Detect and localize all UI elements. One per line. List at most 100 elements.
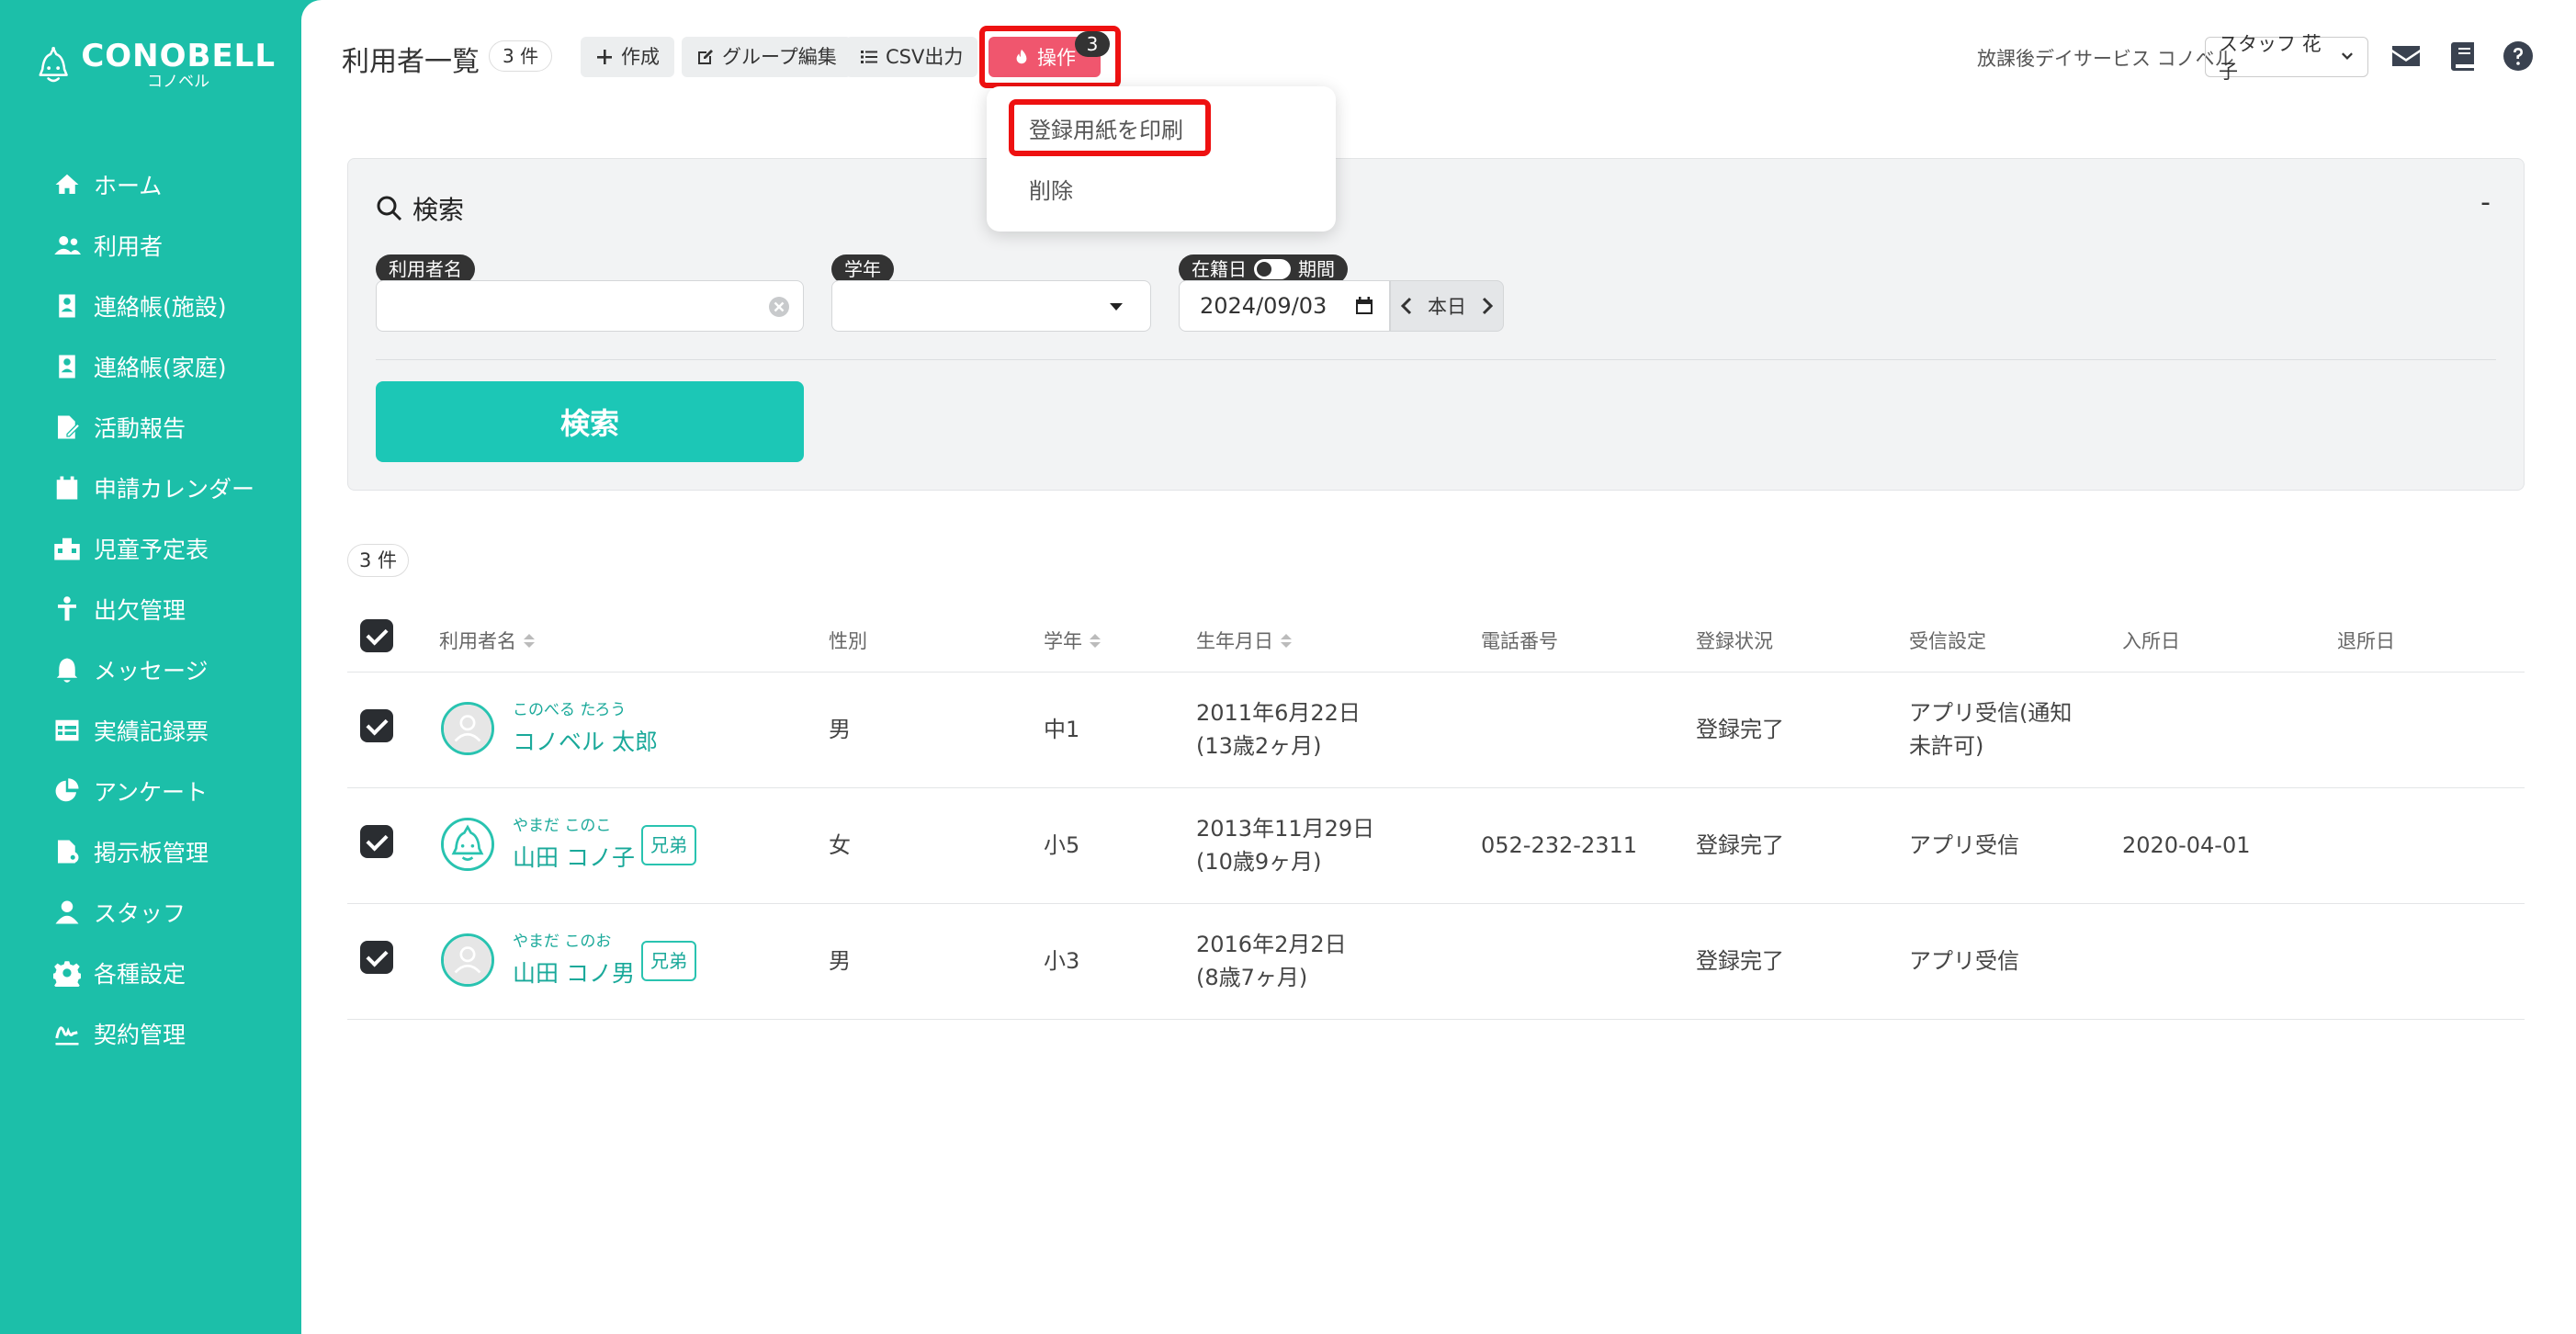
avatar [441, 702, 494, 755]
operation-button-label: 操作 [1037, 47, 1076, 69]
sidebar-item-activity-report[interactable]: 活動報告 [53, 397, 292, 458]
col-enter-header: 入所日 [2122, 630, 2180, 652]
period-toggle[interactable] [1254, 259, 1291, 279]
help-icon [2503, 41, 2533, 71]
birthday-age: (10歳9ヶ月) [1196, 849, 1322, 875]
sibling-badge: 兄弟 [641, 941, 696, 981]
search-heading-label: 検索 [412, 195, 465, 225]
report-icon [58, 415, 81, 439]
staff-icon [55, 900, 79, 924]
search-heading: 検索 [376, 190, 464, 227]
row-checkbox[interactable] [360, 825, 393, 858]
print-registration-form-menu-item[interactable]: 登録用紙を印刷 [1029, 112, 1183, 144]
sidebar: CONOBELL コノベル ホーム 利用者 連絡帳(施設) 連絡帳(家庭) 活動… [0, 0, 301, 1334]
sidebar-item-record-sheet[interactable]: 実績記録票 [53, 700, 292, 761]
staff-select-value: スタッフ 花子 [2219, 33, 2322, 83]
user-name-link[interactable]: 山田 コノ男 [513, 955, 635, 989]
user-name-link[interactable]: コノベル 太郎 [513, 724, 658, 757]
delete-menu-item[interactable]: 削除 [1029, 173, 1073, 205]
sidebar-item-label: 掲示板管理 [94, 840, 209, 866]
fire-icon [1016, 49, 1027, 64]
sidebar-item-users[interactable]: 利用者 [53, 215, 292, 276]
sidebar-item-settings[interactable]: 各種設定 [53, 943, 292, 1003]
col-grade-header[interactable]: 学年 [1044, 627, 1101, 654]
receive-cell: アプリ受信 [1909, 948, 2019, 974]
row-checkbox[interactable] [360, 941, 393, 974]
group-edit-button[interactable]: グループ編集 [682, 37, 852, 77]
mail-icon [2392, 46, 2420, 66]
gear-icon [53, 961, 81, 987]
result-count-badge: 3 件 [347, 544, 410, 577]
help-button[interactable] [2503, 40, 2534, 72]
calendar-icon[interactable] [1354, 296, 1374, 316]
page-title: 利用者一覧 [342, 46, 480, 78]
sidebar-item-message[interactable]: メッセージ [53, 639, 292, 700]
mail-button[interactable] [2390, 40, 2422, 72]
sidebar-item-contact-facility[interactable]: 連絡帳(施設) [53, 276, 292, 336]
select-all-checkbox[interactable] [360, 619, 393, 652]
edit-icon [698, 50, 713, 64]
sidebar-item-label: 連絡帳(家庭) [94, 355, 227, 381]
name-input[interactable] [376, 280, 804, 332]
row-checkbox[interactable] [360, 709, 393, 742]
sidebar-item-label: 児童予定表 [94, 537, 209, 563]
birthday-cell: 2016年2月2日 (8歳7ヶ月) [1196, 928, 1347, 994]
attendance-icon [58, 596, 76, 621]
user-kana: このべる たろう [513, 701, 627, 719]
sidebar-item-label: 実績記録票 [94, 718, 209, 745]
manual-button[interactable] [2447, 40, 2479, 72]
date-input[interactable]: 2024/09/03 [1179, 280, 1390, 332]
book-icon [2451, 42, 2474, 71]
grade-select[interactable] [831, 280, 1151, 332]
col-leave-header: 退所日 [2337, 630, 2395, 652]
sort-icon [1281, 633, 1292, 648]
pie-chart-icon [55, 778, 79, 802]
table-icon [55, 719, 79, 741]
gender-cell: 男 [829, 717, 851, 742]
grade-cell: 小5 [1044, 832, 1080, 858]
clear-icon[interactable] [768, 296, 790, 318]
birthday-date: 2013年11月29日 [1196, 816, 1375, 842]
list-icon [861, 51, 877, 63]
staff-select[interactable]: スタッフ 花子 [2205, 33, 2368, 83]
users-icon [54, 236, 81, 254]
user-name-link[interactable]: 山田 コノ子 [513, 840, 635, 873]
chevron-left-icon[interactable] [1400, 297, 1413, 315]
grade-cell: 小3 [1044, 948, 1080, 974]
sidebar-item-request-calendar[interactable]: 申請カレンダー [53, 458, 292, 518]
sidebar-item-label: 契約管理 [94, 1022, 186, 1048]
sidebar-item-child-schedule[interactable]: 児童予定表 [53, 518, 292, 579]
sidebar-item-survey[interactable]: アンケート [53, 761, 292, 821]
col-birthday-header[interactable]: 生年月日 [1196, 627, 1292, 654]
create-button[interactable]: 作成 [581, 37, 674, 77]
collapse-button[interactable]: - [2480, 187, 2491, 219]
sidebar-item-attendance[interactable]: 出欠管理 [53, 579, 292, 639]
gender-cell: 男 [829, 948, 851, 974]
sidebar-item-board[interactable]: 掲示板管理 [53, 821, 292, 882]
search-button[interactable]: 検索 [376, 381, 804, 462]
receive-cell: アプリ受信 [1909, 832, 2019, 858]
sidebar-item-label: スタッフ [94, 900, 186, 927]
date-input-value: 2024/09/03 [1200, 293, 1328, 319]
col-name-header[interactable]: 利用者名 [439, 627, 535, 654]
status-cell: 登録完了 [1696, 832, 1784, 858]
person-placeholder-icon [444, 705, 491, 752]
users-table: 利用者名 性別 学年 生年月日 電話番号 登録状況 受信設定 入所日 退所日 こ… [347, 605, 2525, 1020]
sidebar-item-contact-home[interactable]: 連絡帳(家庭) [53, 336, 292, 397]
create-button-label: 作成 [621, 46, 660, 68]
sort-icon [1090, 633, 1101, 648]
today-button[interactable]: 本日 [1428, 292, 1466, 320]
brand-logo[interactable]: CONOBELL コノベル [37, 33, 276, 97]
receive-line-2: 未許可) [1909, 733, 1984, 759]
facility-name: 放課後デイサービス コノベル [1977, 48, 2234, 70]
chevron-right-icon[interactable] [1481, 297, 1494, 315]
sidebar-item-staff[interactable]: スタッフ [53, 882, 292, 943]
sidebar-item-contract[interactable]: 契約管理 [53, 1003, 292, 1064]
search-icon [377, 196, 402, 221]
sidebar-nav: ホーム 利用者 連絡帳(施設) 連絡帳(家庭) 活動報告 申請カレンダー 児童予… [53, 154, 292, 1064]
sibling-badge: 兄弟 [641, 825, 696, 865]
sidebar-item-label: メッセージ [94, 658, 209, 684]
sidebar-item-home[interactable]: ホーム [53, 154, 292, 215]
csv-export-button[interactable]: CSV出力 [845, 37, 978, 77]
plus-icon [597, 50, 612, 64]
